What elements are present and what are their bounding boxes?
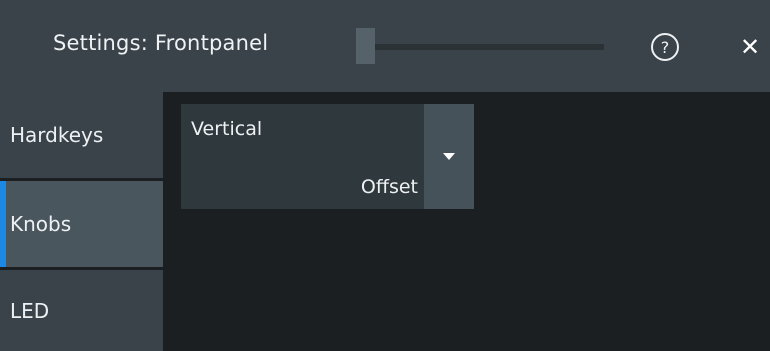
select-display[interactable]: Vertical Offset [181,104,424,209]
close-glyph: ✕ [739,33,761,61]
sidebar-item-hardkeys[interactable]: Hardkeys [0,92,163,178]
dialog-title: Settings: Frontpanel [53,31,269,55]
help-icon[interactable]: ? [651,33,679,61]
dropdown-button[interactable] [424,104,474,209]
vertical-knob-select[interactable]: Vertical Offset [181,104,474,209]
sidebar: Hardkeys Knobs LED [0,92,163,351]
help-glyph: ? [660,37,670,57]
sidebar-item-knobs[interactable]: Knobs [0,181,163,267]
title-bar: Settings: Frontpanel ? ✕ [0,0,770,92]
close-icon[interactable]: ✕ [736,32,764,62]
sidebar-item-label: LED [10,298,50,323]
chevron-down-icon [443,153,455,160]
scroll-slider-track[interactable] [356,44,604,50]
sidebar-item-label: Knobs [10,212,72,236]
select-value: Offset [360,176,418,198]
sidebar-item-label: Hardkeys [10,123,104,147]
settings-dialog: Settings: Frontpanel ? ✕ Hardkeys Knobs … [0,0,770,351]
content-panel: Vertical Offset [163,92,770,351]
select-label: Vertical [191,118,263,140]
sidebar-item-led[interactable]: LED [0,270,163,351]
scroll-slider-thumb[interactable] [356,28,375,64]
